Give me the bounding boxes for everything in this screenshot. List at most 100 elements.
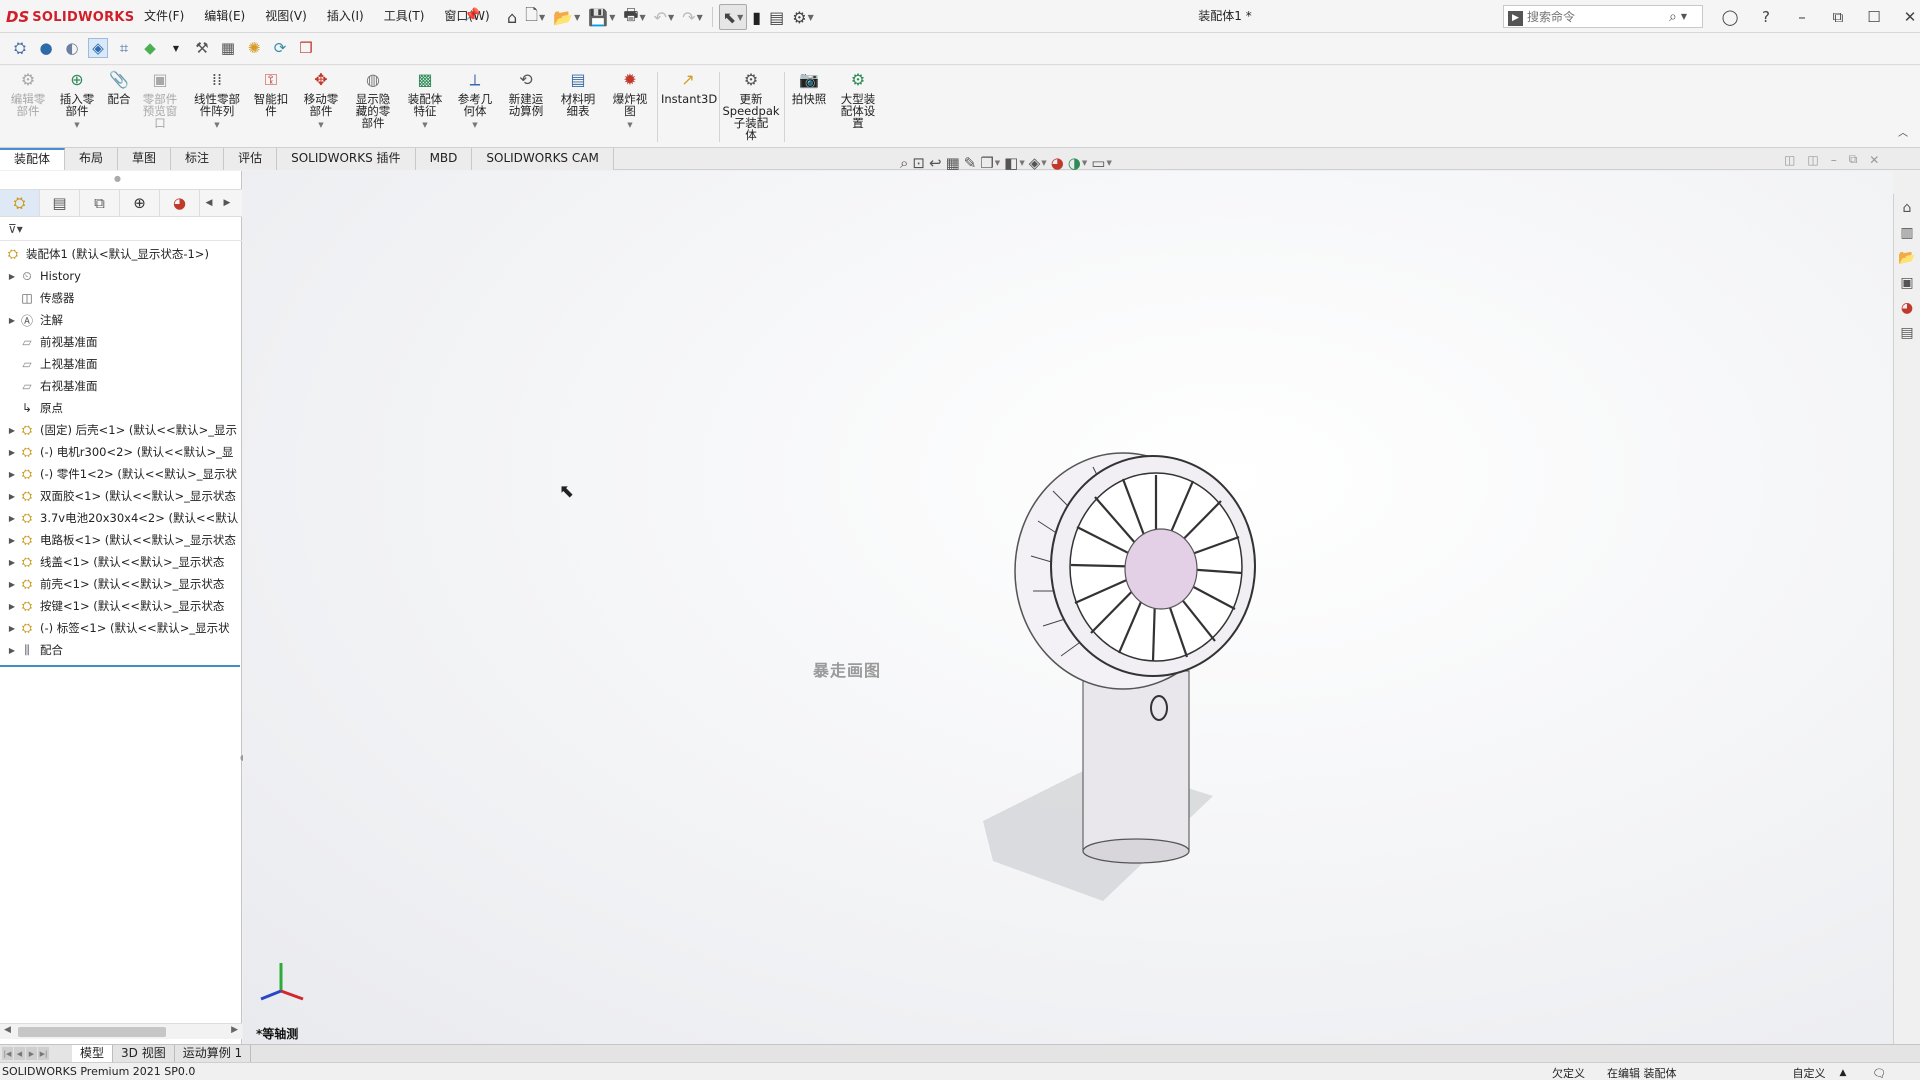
snapshot-button[interactable]: 📷 拍快照	[788, 70, 830, 105]
menu-edit[interactable]: 编辑(E)	[194, 0, 255, 33]
tree-item-part[interactable]: ▶ ⛭ (-) 零件1<2> (默认<<默认>_显示状	[0, 463, 242, 485]
tab-3d-views[interactable]: 3D 视图	[113, 1045, 175, 1063]
file-explorer-icon[interactable]: 📂	[1896, 247, 1918, 269]
expand-icon[interactable]: ▶	[6, 272, 18, 281]
expand-icon[interactable]: ▶	[6, 580, 18, 589]
design-library-icon[interactable]: ▥	[1896, 222, 1918, 244]
minimize-icon[interactable]: –	[1784, 0, 1820, 33]
expand-icon[interactable]: ▶	[6, 536, 18, 545]
expand-icon[interactable]: ▶	[6, 602, 18, 611]
view-palette-icon[interactable]: ▣	[1896, 272, 1918, 294]
scroll-left-icon[interactable]: ◀	[4, 1025, 11, 1035]
speedpak-button[interactable]: ⚙ 更新 Speedpak 子装配 体	[722, 70, 780, 141]
scroll-right-icon[interactable]: ▶	[231, 1025, 238, 1035]
menu-file[interactable]: 文件(F)	[134, 0, 194, 33]
tree-item-history[interactable]: ▶ ⏲ History	[0, 265, 242, 287]
dimxpert-manager-tab-icon[interactable]: ⊕	[120, 190, 160, 216]
save-icon[interactable]: 💾 ▼	[585, 4, 618, 30]
tree-item-part[interactable]: ▶ ⛭ 双面胶<1> (默认<<默认>_显示状态	[0, 485, 242, 507]
tree-item-part[interactable]: ▶ ⛭ 线盖<1> (默认<<默认>_显示状态	[0, 551, 242, 573]
last-tab-icon[interactable]: ▶|	[38, 1047, 49, 1060]
options-gear-icon[interactable]: ⚙ ▼	[789, 4, 817, 30]
minimize-icon[interactable]: –	[1831, 153, 1837, 167]
show-hidden-components-button[interactable]: ◍ 显示隐 藏的零 部件	[350, 70, 396, 129]
view-orientation-icon[interactable]: ❒ ▼	[980, 154, 1000, 172]
pin-menu-icon[interactable]: 📌	[464, 8, 480, 23]
move-component-button[interactable]: ✥ 移动零 部件 ▼	[298, 70, 344, 131]
collapse-ribbon-icon[interactable]: ︿	[1898, 124, 1908, 139]
expand-icon[interactable]: ▶	[6, 470, 18, 479]
tab-markup[interactable]: 标注	[171, 148, 225, 170]
expand-icon[interactable]: ▶	[6, 426, 18, 435]
previous-view-icon[interactable]: ↩	[929, 154, 942, 172]
expand-icon[interactable]: ▶	[6, 448, 18, 457]
tab-assembly[interactable]: 装配体	[0, 148, 66, 170]
search-input[interactable]	[1527, 6, 1667, 27]
assembly-feature-button[interactable]: ▩ 装配体 特征 ▼	[402, 70, 448, 131]
tree-item-part[interactable]: ▶ ⛭ (-) 电机r300<2> (默认<<默认>_显	[0, 441, 242, 463]
tab-motion-study[interactable]: 运动算例 1	[175, 1045, 252, 1063]
appearances-icon[interactable]: ◕	[1896, 297, 1918, 319]
grid-icon[interactable]: ▦	[218, 38, 238, 58]
exploded-view-button[interactable]: ✹ 爆炸视 图 ▼	[607, 70, 653, 131]
tree-item-part[interactable]: ▶ ⛭ (-) 标签<1> (默认<<默认>_显示状	[0, 617, 242, 639]
tree-item-mates[interactable]: ▶ ⫼ 配合	[0, 639, 242, 661]
tabs-scroll-right-icon[interactable]: ▶	[218, 190, 236, 216]
close-icon[interactable]: ✕	[1892, 0, 1920, 33]
tree-horizontal-scrollbar[interactable]: ◀ ▶	[0, 1023, 242, 1039]
tree-root[interactable]: ⛭ 装配体1 (默认<默认_显示状态-1>)	[0, 243, 242, 265]
open-folder-icon[interactable]: 📂 ▼	[550, 4, 583, 30]
user-account-icon[interactable]: ◯	[1712, 0, 1748, 33]
first-tab-icon[interactable]: |◀	[2, 1047, 13, 1060]
property-manager-tab-icon[interactable]: ▤	[40, 190, 80, 216]
feature-manager-tab-icon[interactable]: ⛭	[0, 190, 40, 216]
solidworks-resources-icon[interactable]: ⌂	[1896, 197, 1918, 219]
split-right-icon[interactable]: ◫	[1807, 153, 1818, 167]
select-pointer-icon[interactable]: ⬉ ▼	[718, 4, 748, 30]
redo-icon[interactable]: ↷ ▼	[679, 4, 706, 30]
sphere-icon[interactable]: ●	[36, 38, 56, 58]
chevron-down-icon[interactable]: ▼	[452, 119, 498, 131]
home-icon[interactable]: ⌂	[504, 4, 520, 30]
handheld-fan-model[interactable]	[953, 341, 1303, 901]
restore-icon[interactable]: ⧉	[1849, 152, 1858, 167]
menu-insert[interactable]: 插入(I)	[317, 0, 374, 33]
chevron-down-icon[interactable]: ▼	[166, 38, 186, 58]
chevron-down-icon[interactable]: ▼	[402, 119, 448, 131]
filter-icon[interactable]: ⊽▾	[8, 222, 23, 236]
rollback-bar[interactable]	[0, 665, 240, 667]
graphics-area[interactable]: 暴走画图 ⬉ *等轴测	[243, 171, 1893, 1045]
close-icon[interactable]: ✕	[1869, 153, 1879, 167]
panel-grip-icon[interactable]: ●	[114, 174, 121, 183]
tab-sketch[interactable]: 草图	[118, 148, 172, 170]
reference-geometry-button[interactable]: ⟂ 参考几 何体 ▼	[452, 70, 498, 131]
next-tab-icon[interactable]: ▶	[26, 1047, 37, 1060]
split-left-icon[interactable]: ◫	[1784, 153, 1795, 167]
hammer-icon[interactable]: ⚒	[192, 38, 212, 58]
insert-component-button[interactable]: ⊕ 插入零 部件 ▼	[54, 70, 100, 131]
refresh-icon[interactable]: ⟳	[270, 38, 290, 58]
tab-mbd[interactable]: MBD	[415, 148, 473, 170]
mate-button[interactable]: 📎 配合	[104, 70, 134, 105]
maximize-icon[interactable]: ☐	[1856, 0, 1892, 33]
scrollbar-thumb[interactable]	[18, 1027, 166, 1037]
color-scheme-icon[interactable]: ◆	[140, 38, 160, 58]
tab-addins[interactable]: SOLIDWORKS 插件	[277, 148, 416, 170]
search-icon[interactable]: ⌕	[1669, 9, 1677, 25]
expand-icon[interactable]: ▶	[6, 558, 18, 567]
units-selector[interactable]: 自定义	[1793, 1065, 1826, 1080]
help-icon[interactable]: ?	[1748, 0, 1784, 33]
tab-layout[interactable]: 布局	[65, 148, 119, 170]
file-properties-icon[interactable]: ▤	[766, 4, 787, 30]
smart-fastener-button[interactable]: ⚿ 智能扣 件	[250, 70, 292, 117]
edit-appearance-icon[interactable]: ◕	[1051, 154, 1064, 172]
chevron-down-icon[interactable]: ▼	[1681, 12, 1687, 21]
tab-evaluate[interactable]: 评估	[224, 148, 278, 170]
tab-model[interactable]: 模型	[72, 1045, 114, 1063]
tree-item-part[interactable]: ▶ ⛭ (固定) 后壳<1> (默认<<默认>_显示	[0, 419, 242, 441]
command-search-box[interactable]: ▶ ⌕ ▼	[1503, 5, 1703, 28]
new-document-icon[interactable]: 🗋 ▼	[522, 4, 548, 30]
chevron-up-icon[interactable]: ▲	[1840, 1068, 1847, 1078]
tree-item-sensors[interactable]: ◫ 传感器	[0, 287, 242, 309]
tree-item-top-plane[interactable]: ▱ 上视基准面	[0, 353, 242, 375]
